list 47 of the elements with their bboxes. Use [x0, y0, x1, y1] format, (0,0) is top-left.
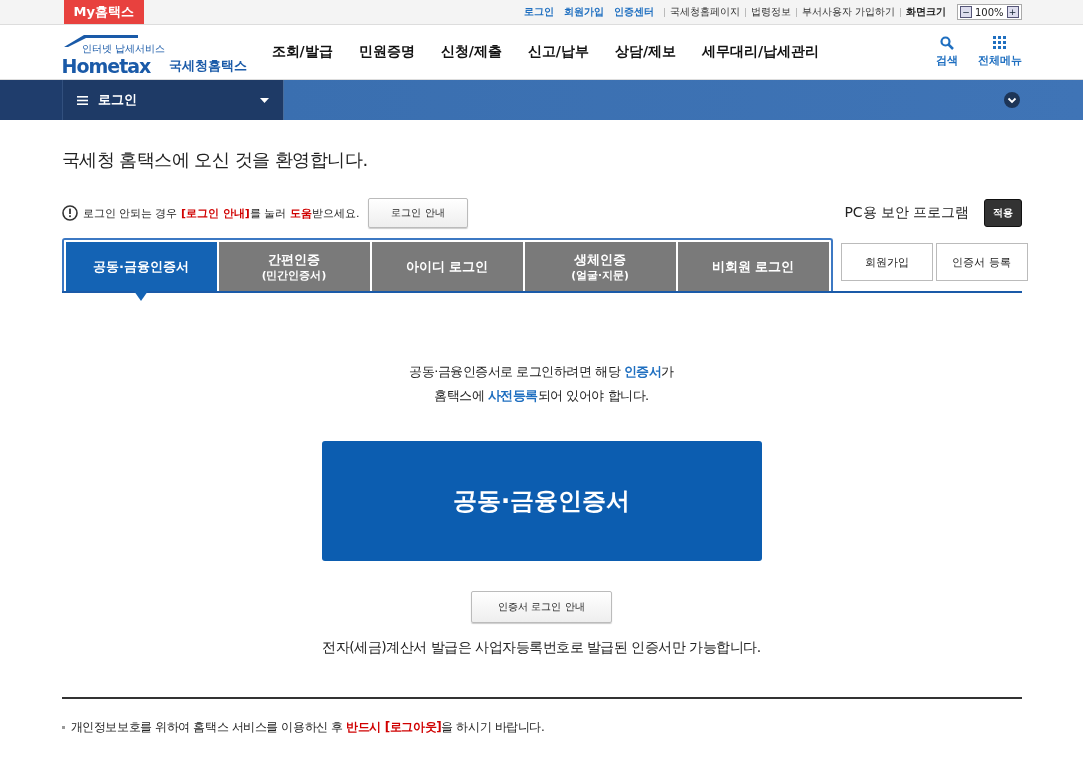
logo-tagline: 인터넷 납세서비스	[81, 41, 165, 56]
nav-menu-item[interactable]: 민원증명	[358, 43, 415, 61]
welcome-heading: 국세청 홈택스에 오신 것을 환영합니다.	[61, 148, 369, 172]
nav-menu-item[interactable]: 상담/제보	[614, 43, 676, 61]
top-link[interactable]: 국세청홈페이지	[669, 5, 740, 19]
top-link[interactable]: 회원가입	[563, 5, 604, 19]
logo-name[interactable]: 국세청홈택스	[168, 56, 247, 75]
header-tool-button[interactable]: 검색	[935, 36, 958, 68]
top-link[interactable]: 법령정보	[750, 5, 791, 19]
zoom-out-button[interactable]: −	[959, 6, 972, 18]
security-program-label: PC용 보안 프로그램	[844, 204, 970, 222]
my-hometax-button[interactable]: My홈택스	[63, 0, 144, 24]
help-text: 로그인 안되는 경우 [로그인 안내]를 눌러 도움받으세요.	[82, 205, 360, 221]
top-link[interactable]: 로그인	[523, 5, 554, 19]
side-button[interactable]: 회원가입	[840, 243, 933, 281]
caret-icon	[259, 97, 269, 103]
bullet-icon	[61, 726, 65, 729]
notice-text: 전자(세금)계산서 발급은 사업자등록번호로 발급된 인증서만 가능합니다.	[322, 639, 761, 657]
top-link[interactable]: 화면크기	[905, 5, 946, 19]
top-link[interactable]: 인증센터	[613, 5, 654, 19]
instruction-text: 공동·금융인증서로 로그인하려면 해당 인증서가	[409, 363, 674, 381]
menu-icon	[76, 95, 88, 105]
nav-menu-item[interactable]: 신청/제출	[440, 43, 502, 61]
logo-brand[interactable]: Hometax	[61, 54, 165, 77]
login-tab[interactable]: 생체인증 (얼굴·지문)	[524, 242, 676, 291]
zoom-in-button[interactable]: +	[1006, 6, 1019, 18]
info-icon	[61, 205, 78, 221]
nav-menu-item[interactable]: 세무대리/납세관리	[702, 43, 820, 61]
instruction-text: 홈택스에 사전등록되어 있어야 합니다.	[434, 387, 649, 405]
top-link[interactable]: 부서사용자 가입하기	[801, 5, 895, 19]
certificate-guide-button[interactable]: 인증서 로그인 안내	[471, 591, 612, 623]
search-icon	[939, 36, 954, 50]
breadcrumb-dropdown[interactable]: 로그인	[61, 80, 284, 120]
header-tool-button[interactable]: 전체메뉴	[977, 36, 1022, 68]
login-tab[interactable]: 간편인증 (민간인증서)	[218, 242, 370, 291]
expand-icon[interactable]	[1003, 92, 1020, 108]
login-tab[interactable]: 비회원 로그인	[677, 242, 829, 291]
zoom-value: 100%	[974, 6, 1004, 18]
certificate-login-button[interactable]: 공동·금융인증서	[321, 441, 762, 561]
login-tab[interactable]: 아이디 로그인	[371, 242, 523, 291]
side-button[interactable]: 인증서 등록	[935, 243, 1028, 281]
apply-button[interactable]: 적용	[983, 199, 1022, 227]
login-guide-button[interactable]: 로그인 안내	[368, 198, 468, 228]
nav-menu-item[interactable]: 조회/발급	[271, 43, 333, 61]
nav-menu-item[interactable]: 신고/납부	[527, 43, 589, 61]
grid-menu-icon	[992, 36, 1007, 50]
footer-notice: 개인정보보호를 위하여 홈택스 서비스를 이용하신 후 반드시 [로그아웃]을 하시기 바랍니다.	[70, 719, 545, 736]
